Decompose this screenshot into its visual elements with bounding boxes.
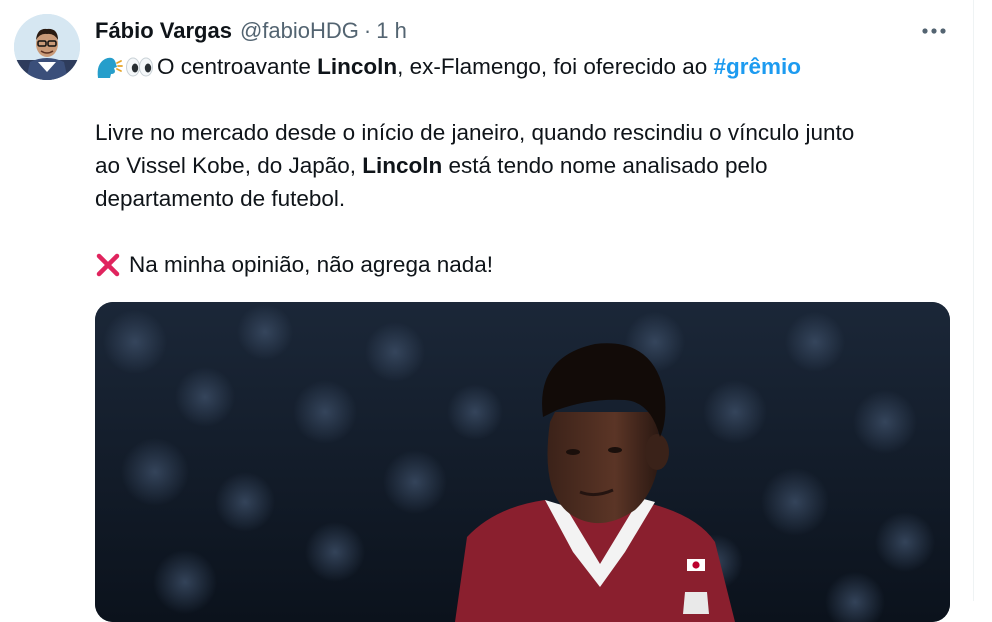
more-options-button[interactable] (913, 16, 955, 46)
timestamp[interactable]: 1 h (376, 18, 407, 44)
separator-dot: · (363, 18, 372, 43)
tweet-text-segment: ao Vissel Kobe, do Japão, (95, 153, 363, 178)
author-display-name[interactable]: Fábio Vargas (95, 18, 232, 44)
tweet-media-photo[interactable] (95, 302, 950, 622)
hashtag-link[interactable]: #grêmio (714, 50, 802, 83)
eyes-emoji (125, 54, 155, 80)
more-icon (922, 28, 946, 34)
tweet-header: Fábio Vargas @fabioHDG · 1 h (95, 14, 407, 48)
cross-mark-emoji (95, 252, 121, 278)
tweet-text-segment: Na minha opinião, não agrega nada! (129, 252, 494, 277)
tweet-text-segment: Livre no mercado desde o início de janei… (95, 120, 855, 145)
tweet-text-segment: departamento de futebol. (95, 186, 346, 211)
tweet-line-4: departamento de futebol. (95, 182, 965, 215)
player-photo (95, 302, 950, 622)
tweet-line-5: Na minha opinião, não agrega nada! (95, 248, 965, 281)
tweet-text-bold: Lincoln (317, 54, 398, 79)
tweet-line-2: Livre no mercado desde o início de janei… (95, 116, 965, 149)
timeline-border (973, 0, 974, 601)
tweet-line-1: O centroavante Lincoln, ex-Flamengo, foi… (95, 50, 965, 83)
tweet-text-segment: , ex-Flamengo, foi oferecido ao (397, 54, 714, 79)
avatar[interactable] (14, 14, 80, 80)
tweet-text-segment: O centroavante (157, 54, 318, 79)
tweet-text-segment: está tendo nome analisado pelo (442, 153, 768, 178)
tweet-line-3: ao Vissel Kobe, do Japão, Lincoln está t… (95, 149, 965, 182)
tweet-text: O centroavante Lincoln, ex-Flamengo, foi… (95, 50, 965, 281)
speaking-head-emoji (95, 54, 123, 80)
tweet-text-bold: Lincoln (362, 153, 443, 178)
avatar-image (14, 14, 80, 80)
author-handle[interactable]: @fabioHDG (240, 18, 359, 44)
